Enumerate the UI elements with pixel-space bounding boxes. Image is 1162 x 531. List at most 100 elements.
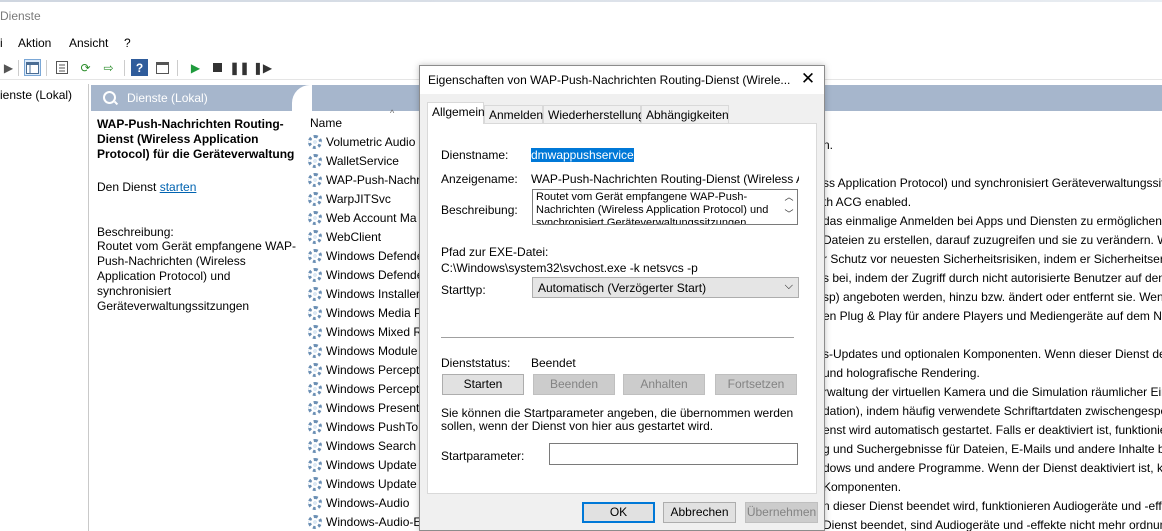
service-name: WebClient (326, 230, 382, 244)
stop-service-icon[interactable] (209, 59, 226, 76)
start-button[interactable]: Starten (442, 374, 524, 395)
pause-service-icon[interactable]: ❚❚ (229, 59, 249, 76)
dialog-title: Eigenschaften von WAP-Push-Nachrichten R… (428, 73, 791, 87)
gear-icon (308, 154, 322, 168)
table-row[interactable]: Windows Update (308, 458, 417, 477)
service-name: Windows Percept (326, 363, 420, 377)
gear-icon (308, 515, 322, 529)
table-row[interactable]: Windows-Audio (308, 496, 409, 515)
gear-icon (308, 325, 322, 339)
gear-icon (308, 420, 322, 434)
console-tree: ienste (Lokal) (0, 84, 89, 531)
export-list-icon[interactable]: ⇨ (100, 59, 117, 76)
column-header-name[interactable]: Name (310, 116, 342, 130)
description-text: Routet vom Gerät empfangene WAP-Push-Nac… (97, 239, 296, 313)
table-row[interactable]: Windows Update (308, 477, 417, 496)
service-description: Dateien zu erstellen, darauf zuzugreifen… (823, 233, 1162, 247)
search-icon (103, 91, 116, 104)
table-row[interactable]: Windows-Audio-E (308, 515, 421, 531)
restart-service-icon[interactable]: ❚▶ (253, 59, 272, 76)
ok-button[interactable]: OK (582, 502, 655, 523)
gear-icon (308, 211, 322, 225)
chevron-down-icon[interactable]: ﹀ (781, 207, 797, 220)
help-icon[interactable]: ? (131, 59, 148, 76)
table-row[interactable]: Windows Defende (308, 249, 423, 268)
service-description: enst wird automatisch gestartet. Falls e… (823, 423, 1162, 437)
table-row[interactable]: WarpJITSvc (308, 192, 391, 211)
table-row[interactable]: Windows Module (308, 344, 417, 363)
tab-abhaengigkeiten[interactable]: Abhängigkeiten (641, 105, 729, 124)
menu-help[interactable]: ? (124, 36, 131, 50)
display-name-value[interactable]: WAP-Push-Nachrichten Routing-Dienst (Wir… (531, 172, 799, 186)
gear-icon (308, 268, 322, 282)
toolbar-separator (124, 60, 125, 76)
startup-type-select[interactable]: Automatisch (Verzögerter Start) ⌵ (532, 277, 799, 298)
startup-type-label: Starttyp: (441, 283, 486, 297)
table-row[interactable]: Volumetric Audio (308, 135, 415, 154)
menu-file[interactable]: i (0, 36, 3, 50)
description-textbox[interactable]: Routet vom Gerät empfangene WAP-Push-Nac… (532, 189, 798, 225)
tree-node-services[interactable]: ienste (Lokal) (0, 88, 72, 102)
service-description: Dienst beendet, sind Audiogeräte und -ef… (823, 518, 1162, 531)
service-name: Windows Search (326, 439, 417, 453)
start-service-line: Den Dienst starten (97, 180, 196, 194)
toolbar-separator (18, 60, 19, 76)
service-description: dation), indem häufig verwendete Schrift… (823, 404, 1162, 418)
table-row[interactable]: Windows Installer (308, 287, 420, 306)
tab-anmelden[interactable]: Anmelden (484, 105, 543, 124)
service-description: th ACG enabled. (823, 195, 912, 209)
table-row[interactable]: Windows Percept (308, 363, 419, 382)
service-name: Windows Presenta (326, 401, 427, 415)
start-service-icon[interactable]: ▶ (187, 59, 204, 76)
gear-icon (308, 401, 322, 415)
exe-path-label: Pfad zur EXE-Datei: (441, 245, 549, 259)
stop-button[interactable]: Beenden (533, 374, 615, 395)
gear-icon (308, 477, 322, 491)
title-bar: Dienste (0, 0, 1162, 32)
resume-button[interactable]: Fortsetzen (715, 374, 797, 395)
table-row[interactable]: Web Account Ma (308, 211, 417, 230)
window-title: Dienste (0, 9, 41, 23)
menu-ansicht[interactable]: Ansicht (69, 36, 108, 50)
console-tree-icon[interactable] (24, 59, 41, 76)
gear-icon (308, 363, 322, 377)
table-row[interactable]: WAP-Push-Nachr (308, 173, 420, 192)
forward-icon[interactable]: ▶ (0, 59, 17, 76)
service-description: r Schutz vor neuesten Sicherheitsrisiken… (823, 252, 1162, 266)
pause-button[interactable]: Anhalten (623, 374, 705, 395)
table-row[interactable]: Windows Mixed R (308, 325, 422, 344)
tab-wiederherstellung[interactable]: Wiederherstellung (543, 105, 645, 124)
table-row[interactable]: Windows Presenta (308, 401, 426, 420)
properties-icon[interactable] (53, 59, 70, 76)
gear-icon (308, 496, 322, 510)
table-row[interactable]: Windows Percept (308, 382, 419, 401)
table-row[interactable]: Windows Media P (308, 306, 422, 325)
service-name-value[interactable]: dmwappushservice (531, 148, 634, 162)
service-status-value: Beendet (531, 356, 576, 370)
description-scrollbar[interactable]: ︿ ﹀ (781, 190, 797, 224)
selected-service-name: WAP-Push-Nachrichten Routing-Dienst (Wir… (97, 117, 295, 161)
table-row[interactable]: Windows PushToI (308, 420, 421, 439)
tab-general-content: Dienstname: dmwappushservice Anzeigename… (427, 123, 817, 494)
table-row[interactable]: Windows Defende (308, 268, 423, 287)
gear-icon (308, 382, 322, 396)
table-row[interactable]: Windows Search (308, 439, 416, 458)
table-row[interactable]: WalletService (308, 154, 399, 173)
service-name: Windows-Audio-E (326, 515, 422, 529)
tab-allgemein[interactable]: Allgemein (427, 102, 485, 124)
start-params-input[interactable] (549, 443, 798, 465)
cancel-button[interactable]: Abbrechen (663, 502, 736, 523)
description-label: Beschreibung: (97, 225, 174, 239)
start-service-link[interactable]: starten (160, 180, 197, 194)
show-hide-action-pane-icon[interactable] (154, 59, 171, 76)
table-row[interactable]: WebClient (308, 230, 381, 249)
refresh-icon[interactable]: ⟳ (77, 59, 94, 76)
close-icon[interactable]: ✕ (798, 70, 818, 90)
service-description: g und Suchergebnisse für Dateien, E-Mail… (823, 442, 1162, 456)
service-name: Windows Update (326, 458, 417, 472)
service-name: Web Account Ma (326, 211, 417, 225)
service-description: das einmalige Anmelden bei Apps und Dien… (823, 214, 1162, 228)
chevron-up-icon[interactable]: ︿ (781, 190, 797, 203)
menu-aktion[interactable]: Aktion (18, 36, 51, 50)
apply-button[interactable]: Übernehmen (745, 502, 818, 523)
